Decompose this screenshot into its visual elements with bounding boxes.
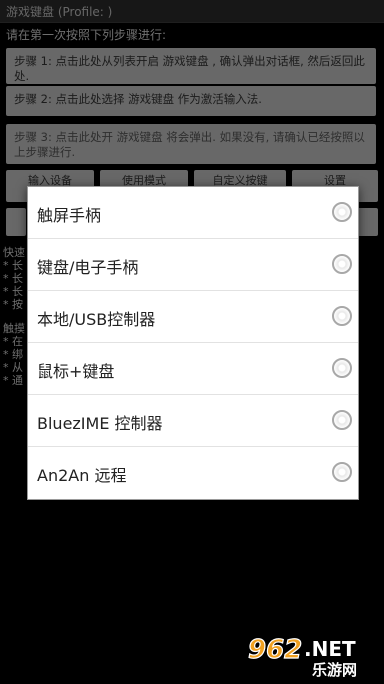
option-an2an-remote[interactable]: An2An 远程	[28, 447, 358, 499]
option-keyboard-gamepad[interactable]: 键盘/电子手柄	[28, 239, 358, 291]
radio-button-icon[interactable]	[332, 254, 352, 274]
option-touch-gamepad[interactable]: 触屏手柄	[28, 187, 358, 239]
radio-button-icon[interactable]	[332, 358, 352, 378]
radio-button-icon[interactable]	[332, 202, 352, 222]
option-mouse-keyboard[interactable]: 鼠标+键盘	[28, 343, 358, 395]
option-label: 触屏手柄	[37, 206, 102, 225]
input-device-dialog: 触屏手柄 键盘/电子手柄 本地/USB控制器 鼠标+键盘 BluezIME 控制…	[27, 186, 359, 500]
option-label: An2An 远程	[37, 466, 127, 485]
watermark-cn: 乐游网	[312, 661, 357, 678]
option-label: 本地/USB控制器	[37, 310, 156, 329]
option-label: BluezIME 控制器	[37, 414, 163, 433]
radio-button-icon[interactable]	[332, 306, 352, 326]
site-watermark-logo: 962 .NET 乐游网	[246, 630, 378, 679]
option-label: 鼠标+键盘	[37, 362, 115, 381]
option-bluezime-controller[interactable]: BluezIME 控制器	[28, 395, 358, 447]
radio-button-icon[interactable]	[332, 410, 352, 430]
option-local-usb-controller[interactable]: 本地/USB控制器	[28, 291, 358, 343]
watermark-number: 962	[248, 635, 302, 665]
option-label: 键盘/电子手柄	[37, 258, 139, 277]
watermark-logo-icon: 962 .NET 乐游网	[247, 634, 357, 679]
radio-button-icon[interactable]	[332, 462, 352, 482]
watermark-suffix: .NET	[304, 637, 356, 661]
